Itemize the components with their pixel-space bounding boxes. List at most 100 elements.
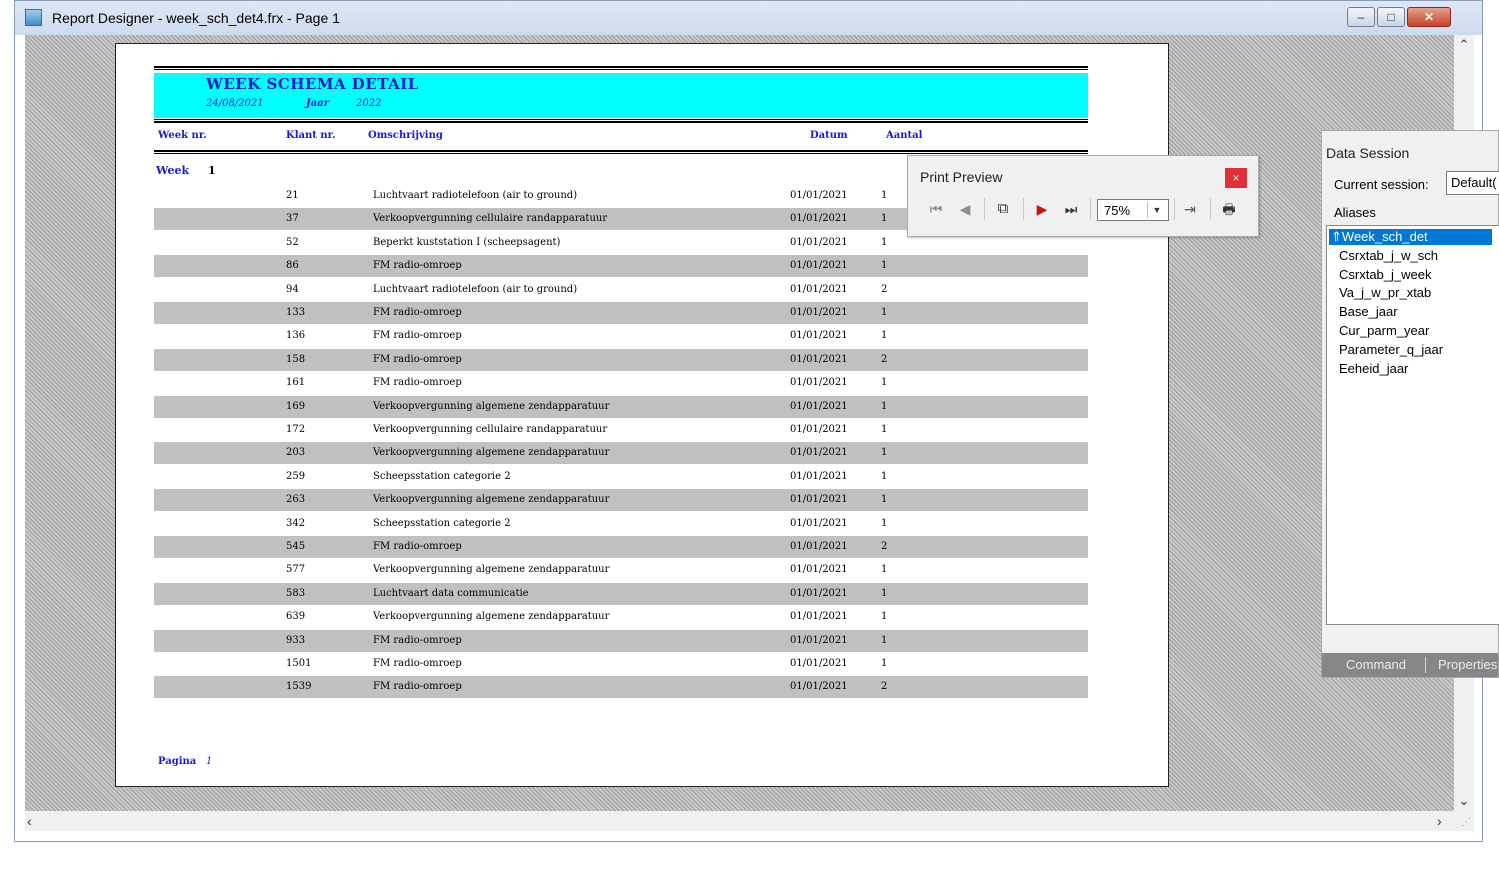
table-row: 1539 FM radio-omroep 01/01/2021 2 — [154, 676, 1088, 699]
report-year-value: 2022 — [356, 98, 382, 109]
cell-aantal: 1 — [881, 470, 888, 482]
resize-grip-icon[interactable]: ⋰ — [1461, 817, 1471, 828]
cell-aantal: 1 — [881, 611, 888, 623]
cell-datum: 01/01/2021 — [790, 494, 848, 506]
cell-klant: 172 — [286, 424, 306, 435]
tab-properties[interactable]: Properties — [1438, 657, 1497, 672]
alias-label: Va_j_w_pr_xtab — [1339, 285, 1432, 301]
data-session-panel: Data Session Current session: Default( A… — [1321, 130, 1499, 678]
print-preview-close-button[interactable]: × — [1225, 168, 1247, 188]
cell-datum: 01/01/2021 — [790, 424, 848, 435]
cell-aantal: 1 — [881, 447, 888, 459]
cell-klant: 263 — [286, 494, 306, 506]
close-button[interactable]: ✕ — [1407, 7, 1451, 27]
alias-label: Eeheid_jaar — [1339, 360, 1409, 376]
report-workspace: WEEK SCHEMA DETAIL 24/08/2021 Jaar 2022 … — [25, 35, 1454, 811]
cell-datum: 01/01/2021 — [790, 517, 848, 529]
alias-item[interactable]: Csrxtab_j_week — [1339, 267, 1432, 282]
aliases-label: Aliases — [1334, 205, 1376, 220]
cell-klant: 158 — [286, 353, 306, 365]
column-header-week: Week nr. — [158, 130, 207, 141]
close-preview-icon[interactable]: ⇥ — [1179, 196, 1201, 222]
zoom-select[interactable]: 75% ▼ — [1097, 199, 1169, 221]
scroll-right-icon[interactable]: › — [1437, 811, 1442, 831]
alias-item[interactable]: Cur_parm_year — [1339, 323, 1429, 338]
page-footer-number: 1 — [206, 756, 213, 767]
cell-klant: 259 — [286, 470, 306, 482]
alias-item[interactable]: ⇑Week_sch_det — [1329, 229, 1492, 245]
alias-item[interactable]: Csrxtab_j_w_sch — [1339, 248, 1438, 263]
cell-aantal: 1 — [881, 213, 888, 225]
cell-klant: 94 — [286, 283, 299, 295]
alias-item[interactable]: Eeheid_jaar — [1339, 361, 1408, 376]
first-page-icon[interactable]: ⏮ — [925, 196, 947, 222]
next-page-icon[interactable]: ▶ — [1031, 196, 1053, 222]
scroll-up-icon[interactable]: ⌃ — [1454, 35, 1474, 55]
cell-datum: 01/01/2021 — [790, 564, 848, 576]
print-icon[interactable]: 🖶 — [1218, 196, 1240, 222]
cell-omschrijving: Luchtvaart radiotelefoon (air to ground) — [373, 190, 578, 201]
column-header-datum: Datum — [810, 130, 848, 141]
cell-datum: 01/01/2021 — [790, 213, 848, 225]
report-designer-icon — [25, 9, 42, 26]
cell-datum: 01/01/2021 — [790, 283, 848, 295]
cell-datum: 01/01/2021 — [790, 634, 848, 646]
previous-page-icon[interactable]: ◀ — [954, 196, 976, 222]
table-row: 172 Verkoopvergunning cellulaire randappa… — [154, 419, 1088, 441]
cell-aantal: 2 — [881, 541, 888, 552]
cell-aantal: 2 — [881, 283, 888, 295]
cell-aantal: 1 — [881, 307, 888, 318]
relation-arrow-icon: ⇑ — [1331, 229, 1342, 244]
scroll-down-icon[interactable]: ⌄ — [1454, 791, 1474, 811]
alias-item[interactable]: Base_jaar — [1339, 304, 1398, 319]
aliases-list[interactable]: ⇑Week_sch_det Csrxtab_j_w_sch Csrxtab_j_we… — [1326, 225, 1499, 625]
alias-label: Csrxtab_j_week — [1339, 266, 1432, 282]
cell-omschrijving: Luchtvaart radiotelefoon (air to ground) — [373, 283, 578, 295]
cell-omschrijving: FM radio-omroep — [373, 260, 462, 272]
table-row: 203 Verkoopvergunning algemene zendappara… — [154, 442, 1088, 465]
column-header-aantal: Aantal — [886, 130, 923, 141]
cell-klant: 203 — [286, 447, 306, 459]
cell-klant: 161 — [286, 377, 306, 389]
maximize-button[interactable]: □ — [1377, 7, 1405, 27]
table-row: 342 Scheepsstation categorie 2 01/01/2021 1 — [154, 513, 1088, 535]
report-header-band: WEEK SCHEMA DETAIL 24/08/2021 Jaar 2022 — [154, 73, 1088, 118]
chevron-down-icon[interactable]: ▼ — [1147, 202, 1166, 218]
minimize-button[interactable]: – — [1347, 7, 1375, 27]
cell-omschrijving: FM radio-omroep — [373, 353, 462, 365]
column-header-klant: Klant nr. — [286, 130, 336, 141]
current-session-select[interactable]: Default( — [1446, 171, 1499, 195]
cell-aantal: 1 — [881, 517, 888, 529]
scroll-left-icon[interactable]: ‹ — [27, 811, 32, 831]
cell-aantal: 1 — [881, 330, 888, 342]
alias-label: Csrxtab_j_w_sch — [1339, 247, 1438, 263]
cell-datum: 01/01/2021 — [790, 400, 848, 412]
data-session-title: Data Session — [1326, 145, 1410, 161]
column-header-omschrijving: Omschrijving — [368, 130, 443, 141]
cell-datum: 01/01/2021 — [790, 681, 848, 693]
cell-omschrijving: Verkoopvergunning algemene zendapparatuu… — [373, 611, 610, 623]
cell-omschrijving: Scheepsstation categorie 2 — [373, 517, 511, 529]
column-header-rule — [154, 150, 1088, 154]
cell-aantal: 1 — [881, 377, 888, 389]
cell-datum: 01/01/2021 — [790, 470, 848, 482]
tab-command[interactable]: Command — [1346, 657, 1406, 672]
last-page-icon[interactable]: ⏭ — [1060, 196, 1082, 222]
week-group-label: Week — [156, 164, 190, 177]
header-rule-top — [154, 66, 1088, 70]
table-row: 577 Verkoopvergunning algemene zendappara… — [154, 559, 1088, 581]
alias-item[interactable]: Va_j_w_pr_xtab — [1339, 285, 1431, 300]
tab-separator — [1425, 657, 1426, 673]
table-row: 263 Verkoopvergunning algemene zendappara… — [154, 489, 1088, 512]
horizontal-scrollbar[interactable]: ‹ › ⋰ — [25, 811, 1474, 831]
cell-klant: 1539 — [286, 681, 312, 693]
cell-klant: 37 — [286, 213, 299, 225]
alias-label: Cur_parm_year — [1339, 323, 1430, 338]
title-bar[interactable]: Report Designer - week_sch_det4.frx - Pa… — [15, 1, 1482, 35]
cell-klant: 169 — [286, 400, 306, 412]
alias-item[interactable]: Parameter_q_jaar — [1339, 342, 1443, 357]
cell-klant: 86 — [286, 260, 299, 272]
cell-omschrijving: Beperkt kuststation I (scheepsagent) — [373, 236, 561, 248]
go-to-page-icon[interactable]: ⧉ — [992, 196, 1014, 222]
cell-omschrijving: FM radio-omroep — [373, 658, 462, 669]
